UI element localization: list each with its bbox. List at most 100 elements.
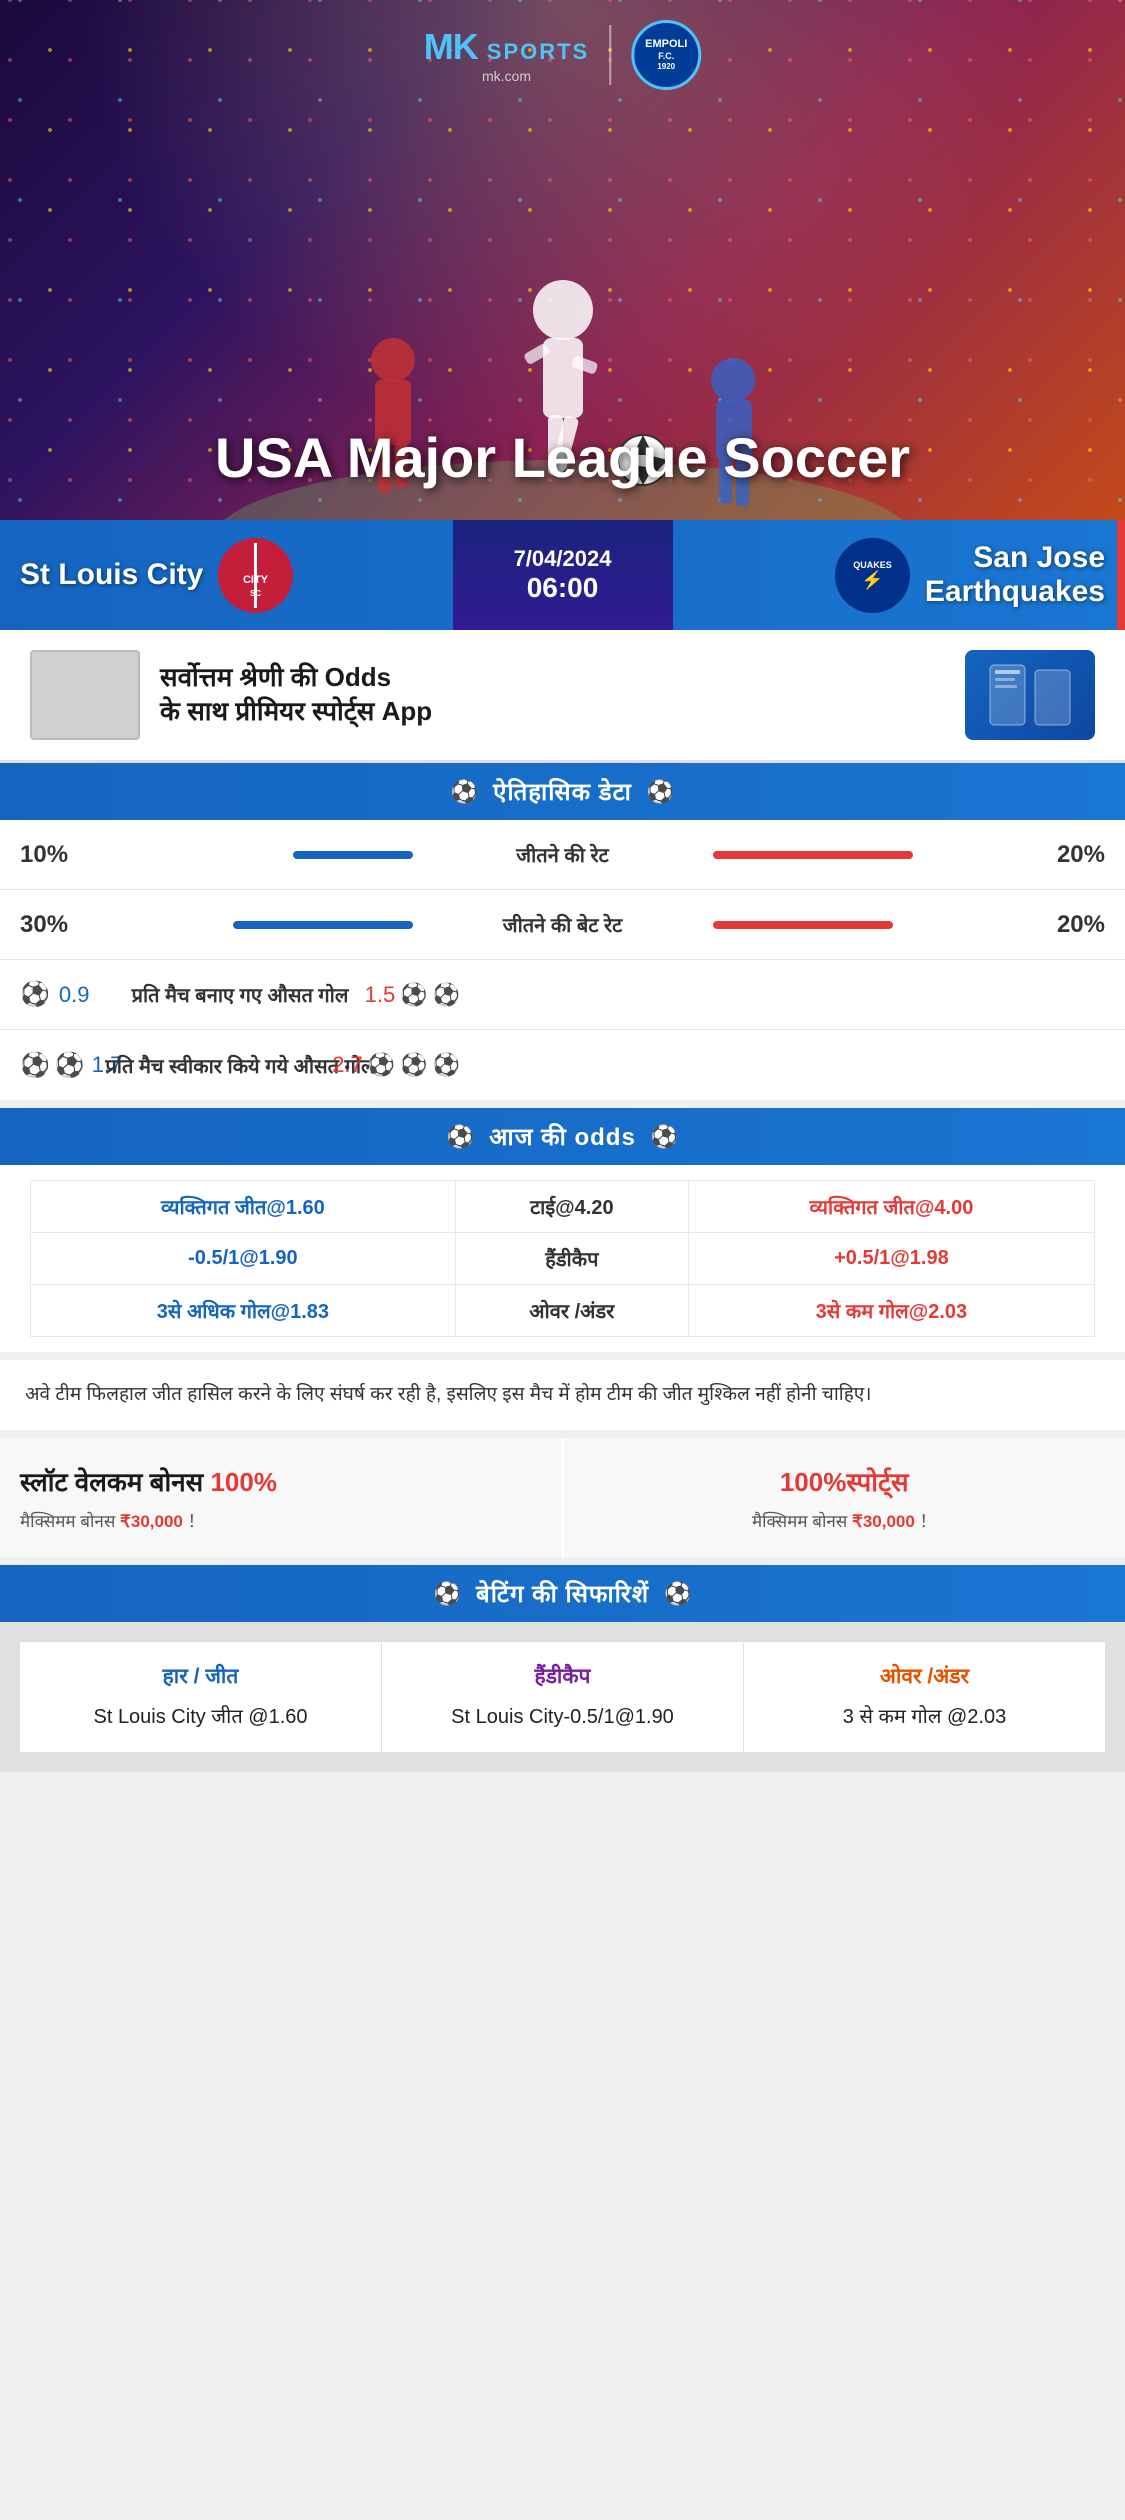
win-rate-bars: जीतने की रेट (100, 841, 1025, 868)
svg-text:SC: SC (250, 589, 261, 598)
rec-type-1: हार / जीत (35, 1662, 366, 1690)
goals-scored-label: प्रति मैच बनाए गए औसत गोल (100, 981, 380, 1008)
odds-tie[interactable]: टाई@4.20 (455, 1181, 688, 1233)
odds-overunder-label: ओवर /अंडर (455, 1285, 688, 1337)
away-team-name: San Jose Earthquakes (925, 541, 1105, 609)
rec-cell-win-loss: हार / जीत St Louis City जीत @1.60 (20, 1642, 381, 1752)
odds-section: ⚽ आज की odds ⚽ व्यक्तिगत जीत@1.60 टाई@4.… (0, 1108, 1125, 1352)
odds-over[interactable]: 3से अधिक गोल@1.83 (31, 1285, 456, 1337)
odds-under[interactable]: 3से कम गोल@2.03 (688, 1285, 1094, 1337)
bet-rate-left: 30% (20, 911, 100, 939)
svg-text:CITY: CITY (243, 574, 269, 586)
rec-value-2: St Louis City-0.5/1@1.90 (397, 1702, 728, 1732)
bonus-card-left[interactable]: स्लॉट वेलकम बोनस 100% मैक्सिमम बोनस ₹30,… (0, 1438, 562, 1557)
bonus-right-subtitle: मैक्सिमम बोनस ₹30,000 ！ (584, 1507, 1106, 1532)
val-goals-conceded-right: 2.7 (332, 1052, 363, 1078)
bet-bar-right (713, 921, 893, 929)
svg-text:QUAKES: QUAKES (853, 560, 892, 570)
match-time: 06:00 (527, 572, 599, 604)
analysis-section: अवे टीम फिलहाल जीत हासिल करने के लिए संघ… (0, 1360, 1125, 1430)
logo-area: MK SPORTS mk.com EMPOLI F.C. 1920 (424, 20, 701, 90)
odds-table: व्यक्तिगत जीत@1.60 टाई@4.20 व्यक्तिगत जी… (30, 1180, 1095, 1337)
rec-cell-handicap: हैंडीकैप St Louis City-0.5/1@1.90 (382, 1642, 743, 1752)
home-team-name: St Louis City (20, 558, 203, 592)
rec-grid: हार / जीत St Louis City जीत @1.60 हैंडीक… (0, 1622, 1125, 1772)
rec-header: ⚽ बेटिंग की सिफारिशें ⚽ (0, 1565, 1125, 1622)
bonus-right-title: 100%स्पोर्ट्स (584, 1463, 1106, 1499)
bonus-section[interactable]: स्लॉट वेलकम बोनस 100% मैक्सिमम बोनस ₹30,… (0, 1438, 1125, 1557)
ball-icon-right: ⚽ (647, 779, 674, 805)
home-team: St Louis City CITY SC (0, 538, 453, 613)
odds-away-win[interactable]: व्यक्तिगत जीत@4.00 (688, 1181, 1094, 1233)
ball-icon-6: ⚽ (368, 1052, 395, 1078)
empoli-logo: EMPOLI F.C. 1920 (631, 20, 701, 90)
red-accent (1117, 520, 1125, 630)
odds-row-overunder: 3से अधिक गोल@1.83 ओवर /अंडर 3से कम गोल@2… (31, 1285, 1095, 1337)
odds-header: ⚽ आज की odds ⚽ (0, 1108, 1125, 1165)
ball-icon-rec-left: ⚽ (434, 1581, 461, 1607)
ball-icon-left: ⚽ (451, 779, 478, 805)
recommendations-section: ⚽ बेटिंग की सिफारिशें ⚽ हार / जीत St Lou… (0, 1565, 1125, 1772)
ball-icon-3: ⚽ (433, 982, 460, 1008)
win-rate-left: 10% (20, 841, 100, 869)
win-bar-right (713, 851, 913, 859)
ball-icon-2: ⚽ (400, 982, 427, 1008)
home-team-logo: CITY SC (218, 538, 293, 613)
promo-app-screenshot (965, 650, 1095, 740)
ball-icon-7: ⚽ (400, 1052, 427, 1078)
ball-icon-rec-right: ⚽ (664, 1581, 691, 1607)
historical-section: ⚽ ऐतिहासिक डेटा ⚽ 10% जीतने की रेट 20% 3… (0, 763, 1125, 1100)
stat-row-avg-goals-scored: ⚽ 0.9 प्रति मैच बनाए गए औसत गोल 1.5 ⚽ ⚽ (0, 960, 1125, 1030)
bonus-card-right[interactable]: 100%स्पोर्ट्स मैक्सिमम बोनस ₹30,000 ！ (564, 1438, 1125, 1557)
bonus-left-subtitle: मैक्सिमम बोनस ₹30,000 ！ (20, 1507, 542, 1532)
rec-type-3: ओवर /अंडर (759, 1662, 1090, 1690)
goals-scored-icons-left: ⚽ 0.9 (20, 980, 100, 1009)
rec-cell-overunder: ओवर /अंडर 3 से कम गोल @2.03 (744, 1642, 1105, 1752)
odds-home-win[interactable]: व्यक्तिगत जीत@1.60 (31, 1181, 456, 1233)
odds-handicap-away[interactable]: +0.5/1@1.98 (688, 1233, 1094, 1285)
val-goals-scored-right: 1.5 (365, 982, 396, 1008)
stat-row-bet-rate: 30% जीतने की बेट रेट 20% (0, 890, 1125, 960)
goals-conceded-icons-right: 2.7 ⚽ ⚽ ⚽ (380, 1052, 460, 1078)
win-rate-right: 20% (1025, 841, 1105, 869)
ball-icon-4: ⚽ (20, 1051, 50, 1080)
odds-handicap-home[interactable]: -0.5/1@1.90 (31, 1233, 456, 1285)
bet-rate-label: जीतने की बेट रेट (423, 911, 703, 938)
away-team: QUAKES ⚡ San Jose Earthquakes (673, 538, 1125, 613)
mk-sports-logo: MK SPORTS mk.com (424, 26, 589, 84)
rec-value-3: 3 से कम गोल @2.03 (759, 1702, 1090, 1732)
bet-rate-right: 20% (1025, 911, 1105, 939)
stat-row-win-rate: 10% जीतने की रेट 20% (0, 820, 1125, 890)
odds-title: आज की odds (489, 1120, 636, 1153)
logo-divider (609, 25, 611, 85)
ball-icon-odds-right: ⚽ (651, 1124, 678, 1150)
hero-banner: MK SPORTS mk.com EMPOLI F.C. 1920 (0, 0, 1125, 520)
val-goals-scored-left: 0.9 (59, 982, 90, 1008)
promo-text: सर्वोत्तम श्रेणी की Odds के साथ प्रीमियर… (160, 661, 945, 729)
odds-wrapper: व्यक्तिगत जीत@1.60 टाई@4.20 व्यक्तिगत जी… (0, 1165, 1125, 1352)
match-bar: St Louis City CITY SC 7/04/2024 06:00 QU… (0, 520, 1125, 630)
goals-conceded-icons-left: ⚽ ⚽ 1.7 (20, 1051, 100, 1080)
hero-title: USA Major League Soccer (215, 425, 910, 490)
ball-icon-1: ⚽ (20, 980, 50, 1009)
ball-icon-odds-left: ⚽ (447, 1124, 474, 1150)
stat-row-avg-goals-conceded: ⚽ ⚽ 1.7 प्रति मैच स्वीकार किये गये औसत ग… (0, 1030, 1125, 1100)
rec-type-2: हैंडीकैप (397, 1662, 728, 1690)
goals-scored-icons-right: 1.5 ⚽ ⚽ (380, 982, 460, 1008)
historical-title: ऐतिहासिक डेटा (493, 775, 632, 808)
odds-row-win: व्यक्तिगत जीत@1.60 टाई@4.20 व्यक्तिगत जी… (31, 1181, 1095, 1233)
win-rate-label: जीतने की रेट (423, 841, 703, 868)
odds-handicap-label: हैंडीकैप (455, 1233, 688, 1285)
promo-thumbnail (30, 650, 140, 740)
rec-title: बेटिंग की सिफारिशें (476, 1577, 649, 1610)
ball-icon-8: ⚽ (433, 1052, 460, 1078)
match-center: 7/04/2024 06:00 (453, 520, 673, 630)
svg-text:⚡: ⚡ (861, 569, 883, 591)
ball-icon-5: ⚽ (55, 1051, 85, 1080)
bonus-left-title: स्लॉट वेलकम बोनस 100% (20, 1463, 542, 1499)
win-bar-left (293, 851, 413, 859)
match-date: 7/04/2024 (514, 546, 612, 572)
analysis-text: अवे टीम फिलहाल जीत हासिल करने के लिए संघ… (25, 1380, 1100, 1410)
historical-header: ⚽ ऐतिहासिक डेटा ⚽ (0, 763, 1125, 820)
promo-banner[interactable]: सर्वोत्तम श्रेणी की Odds के साथ प्रीमियर… (0, 630, 1125, 763)
